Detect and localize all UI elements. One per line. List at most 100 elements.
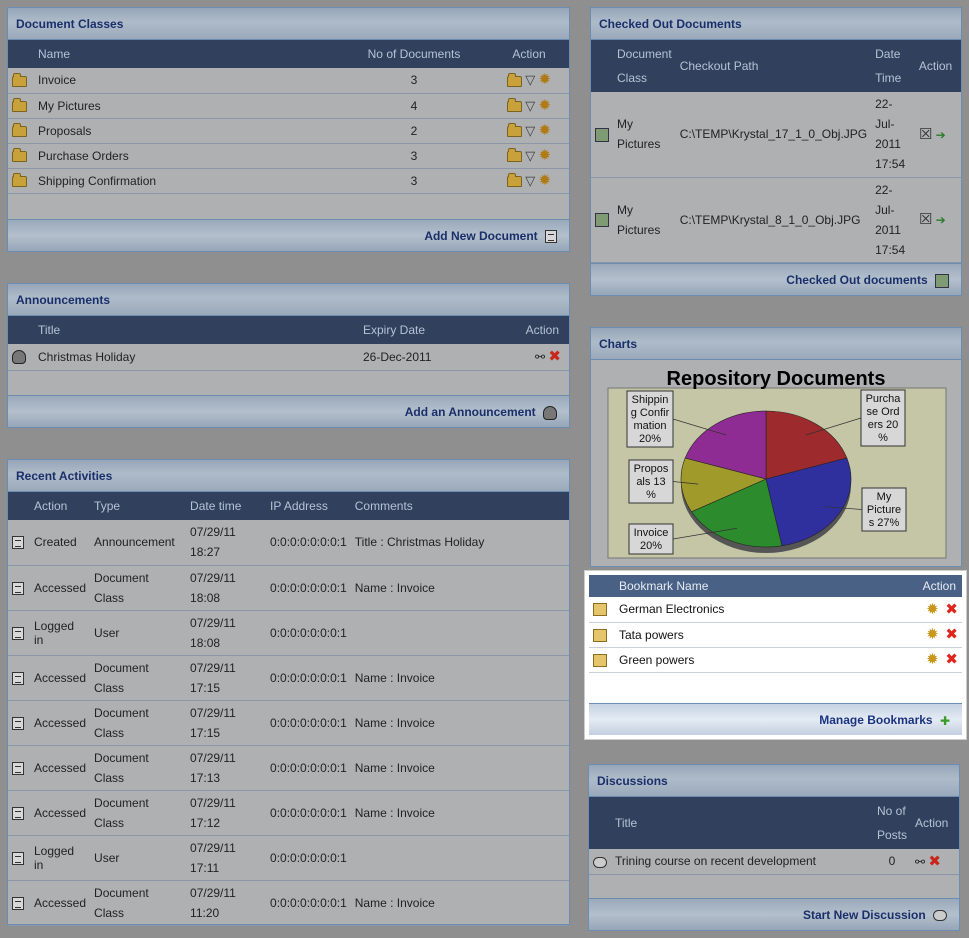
filter-icon[interactable]: ▽ xyxy=(525,148,535,163)
start-new-discussion-link[interactable]: Start New Discussion xyxy=(803,908,926,922)
filter-icon[interactable]: ▽ xyxy=(525,123,535,138)
open-folder-icon[interactable] xyxy=(506,122,522,137)
recent-activities-title: Recent Activities xyxy=(8,460,569,492)
delete-icon[interactable]: ✖ xyxy=(945,601,958,618)
announcement-icon[interactable] xyxy=(543,405,557,420)
slice-label: Invoice xyxy=(634,527,669,539)
bookmarks-table: Bookmark Name Action German Electronics … xyxy=(589,575,962,673)
link-icon[interactable]: ⚯ xyxy=(915,855,925,869)
delete-icon[interactable]: ✖ xyxy=(548,348,561,365)
table-row[interactable]: My Pictures 4 ▽ ✹ xyxy=(8,93,569,119)
gear-icon[interactable]: ✹ xyxy=(539,147,552,164)
doc-class-name[interactable]: Shipping Confirmation xyxy=(34,168,339,194)
activity-date: 07/29/11 xyxy=(190,885,236,900)
table-row[interactable]: Tata powers ✹ ✖ xyxy=(589,622,962,648)
folder-icon xyxy=(12,172,27,187)
activity-time: 17:13 xyxy=(190,770,221,785)
table-row[interactable]: Accessed Document Class 07/29/11 17:12 0:0:0… xyxy=(8,790,569,836)
activity-type: Document Class xyxy=(90,655,187,701)
col-action: Action xyxy=(911,797,959,849)
slice-label: g Confir xyxy=(631,407,670,419)
table-row[interactable]: Christmas Holiday 26-Dec-2011 ⚯ ✖ xyxy=(8,344,569,371)
doc-class-name[interactable]: Purchase Orders xyxy=(34,143,339,169)
activity-comments xyxy=(350,610,569,656)
gear-icon[interactable]: ✹ xyxy=(539,97,552,114)
open-folder-icon[interactable] xyxy=(506,97,522,112)
filter-icon[interactable]: ▽ xyxy=(525,98,535,113)
activity-date: 07/29/11 xyxy=(190,570,236,585)
table-row[interactable]: Accessed Document Class 07/29/11 11:20 0:0:0… xyxy=(8,880,569,926)
table-row[interactable]: Purchase Orders 3 ▽ ✹ xyxy=(8,143,569,169)
table-row[interactable]: Invoice 3 ▽ ✹ xyxy=(8,68,569,94)
activity-action: Accessed xyxy=(30,565,91,611)
open-folder-icon[interactable] xyxy=(506,147,522,162)
table-row[interactable]: My Pictures C:\TEMP\Krystal_8_1_0_Obj.JP… xyxy=(591,177,961,263)
checked-out-icon[interactable] xyxy=(935,273,949,288)
filter-icon[interactable]: ▽ xyxy=(525,72,535,87)
discussion-posts: 0 xyxy=(872,849,911,875)
checkin-icon[interactable]: ➔ xyxy=(936,213,946,227)
discussion-icon[interactable] xyxy=(933,910,947,922)
table-row[interactable]: Accessed Document Class 07/29/11 17:15 0:0:0… xyxy=(8,655,569,701)
manage-bookmarks-icon[interactable]: ✚ xyxy=(940,705,950,737)
activity-ip: 0:0:0:0:0:0:0:1 xyxy=(266,700,351,746)
gear-icon[interactable]: ✹ xyxy=(926,601,939,618)
gear-icon[interactable]: ✹ xyxy=(539,122,552,139)
bookmark-name[interactable]: German Electronics xyxy=(615,597,902,623)
activity-comments: Name : Invoice xyxy=(350,700,569,746)
slice-label: 20% xyxy=(639,433,661,445)
delete-icon[interactable]: ✖ xyxy=(945,626,958,643)
bookmark-name[interactable]: Green powers xyxy=(615,647,902,673)
checked-out-panel: Checked Out Documents Document Class Che… xyxy=(590,7,962,296)
delete-icon[interactable]: ✖ xyxy=(945,651,958,668)
gear-icon[interactable]: ✹ xyxy=(539,172,552,189)
bookmark-name[interactable]: Tata powers xyxy=(615,622,902,648)
slice-label: se Ord xyxy=(866,406,899,418)
table-row[interactable]: Accessed Document Class 07/29/11 18:08 0:0:0… xyxy=(8,565,569,611)
filter-icon[interactable]: ▽ xyxy=(525,173,535,188)
table-row[interactable]: My Pictures C:\TEMP\Krystal_17_1_0_Obj.J… xyxy=(591,92,961,178)
table-row[interactable]: Green powers ✹ ✖ xyxy=(589,647,962,673)
discussion-title[interactable]: Trining course on recent development xyxy=(611,849,873,875)
checkin-icon[interactable]: ➔ xyxy=(936,128,946,142)
add-document-icon[interactable] xyxy=(545,230,557,244)
checked-out-documents-link[interactable]: Checked Out documents xyxy=(786,273,927,287)
col-action: Action xyxy=(519,316,569,344)
table-row[interactable]: Trining course on recent development 0 ⚯… xyxy=(589,849,959,875)
announcements-footer: Add an Announcement xyxy=(8,395,569,427)
open-folder-icon[interactable] xyxy=(506,72,522,87)
table-row[interactable]: Accessed Document Class 07/29/11 17:13 0:0:0… xyxy=(8,745,569,791)
picture-icon xyxy=(595,127,609,142)
cancel-checkout-icon[interactable]: ☒ xyxy=(919,211,932,228)
open-folder-icon[interactable] xyxy=(506,172,522,187)
gear-icon[interactable]: ✹ xyxy=(539,71,552,88)
gear-icon[interactable]: ✹ xyxy=(926,626,939,643)
delete-icon[interactable]: ✖ xyxy=(928,853,941,870)
slice-label: % xyxy=(878,432,888,444)
table-row[interactable]: Shipping Confirmation 3 ▽ ✹ xyxy=(8,168,569,194)
table-row[interactable]: Accessed Document Class 07/29/11 17:15 0:0:0… xyxy=(8,700,569,746)
folder-icon xyxy=(12,72,27,87)
link-icon[interactable]: ⚯ xyxy=(535,350,545,364)
doc-class-name[interactable]: Invoice xyxy=(34,68,339,94)
activity-date: 07/29/11 xyxy=(190,750,236,765)
gear-icon[interactable]: ✹ xyxy=(926,651,939,668)
manage-bookmarks-link[interactable]: Manage Bookmarks xyxy=(819,713,932,727)
charts-title: Charts xyxy=(591,328,961,360)
announcement-title[interactable]: Christmas Holiday xyxy=(34,344,359,371)
cancel-checkout-icon[interactable]: ☒ xyxy=(919,126,932,143)
table-row[interactable]: Logged in User 07/29/11 18:08 0:0:0:0:0:0:0:… xyxy=(8,610,569,656)
add-announcement-link[interactable]: Add an Announcement xyxy=(405,405,536,419)
table-row[interactable]: German Electronics ✹ ✖ xyxy=(589,597,962,623)
picture-icon xyxy=(595,212,609,227)
add-new-document-link[interactable]: Add New Document xyxy=(424,229,537,243)
table-row[interactable]: Created Announcement 07/29/11 18:27 0:0:0:0:… xyxy=(8,520,569,566)
checked-out-table: Document Class Checkout Path Date Time A… xyxy=(591,40,961,263)
doc-class-name[interactable]: Proposals xyxy=(34,118,339,144)
doc-class-name[interactable]: My Pictures xyxy=(34,93,339,119)
table-row[interactable]: Logged in User 07/29/11 17:11 0:0:0:0:0:0:0:… xyxy=(8,835,569,881)
activity-icon xyxy=(12,806,24,820)
folder-icon xyxy=(12,147,27,162)
table-row[interactable]: Proposals 2 ▽ ✹ xyxy=(8,118,569,144)
activity-date: 07/29/11 xyxy=(190,660,236,675)
